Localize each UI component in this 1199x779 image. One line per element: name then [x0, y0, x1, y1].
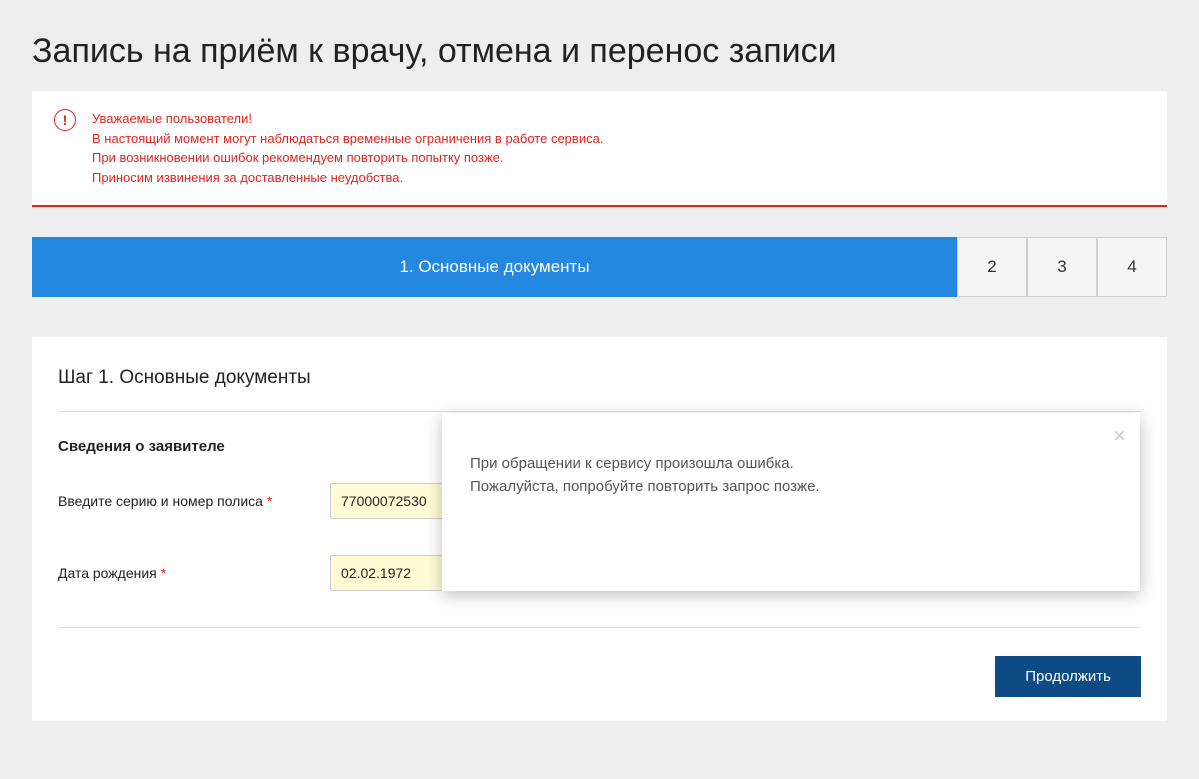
modal-line-1: При обращении к сервису произошла ошибка…	[470, 453, 1112, 476]
modal-line-2: Пожалуйста, попробуйте повторить запрос …	[470, 476, 1112, 499]
warning-line-4: Приносим извинения за доставленные неудо…	[92, 168, 1143, 188]
button-row: Продолжить	[58, 656, 1141, 697]
page-title: Запись на приём к врачу, отмена и перено…	[0, 0, 1199, 91]
required-mark: *	[161, 565, 166, 581]
step-2[interactable]: 2	[957, 237, 1027, 297]
warning-icon: !	[54, 109, 76, 131]
dob-label: Дата рождения *	[58, 565, 330, 581]
step-heading: Шаг 1. Основные документы	[58, 367, 1141, 412]
continue-button[interactable]: Продолжить	[995, 656, 1141, 697]
steps-nav: 1. Основные документы 2 3 4	[32, 237, 1167, 297]
dob-label-text: Дата рождения	[58, 565, 161, 581]
form-divider	[58, 627, 1141, 628]
required-mark: *	[267, 493, 272, 509]
policy-label-text: Введите серию и номер полиса	[58, 493, 267, 509]
policy-label: Введите серию и номер полиса *	[58, 493, 330, 509]
step-1-active[interactable]: 1. Основные документы	[32, 237, 957, 297]
step-4[interactable]: 4	[1097, 237, 1167, 297]
warning-line-3: При возникновении ошибок рекомендуем пов…	[92, 148, 1143, 168]
close-icon[interactable]: ×	[1113, 425, 1126, 447]
error-modal: × При обращении к сервису произошла ошиб…	[442, 413, 1140, 591]
warning-line-1: Уважаемые пользователи!	[92, 109, 1143, 129]
step-3[interactable]: 3	[1027, 237, 1097, 297]
warning-banner: ! Уважаемые пользователи! В настоящий мо…	[32, 91, 1167, 207]
warning-line-2: В настоящий момент могут наблюдаться вре…	[92, 129, 1143, 149]
